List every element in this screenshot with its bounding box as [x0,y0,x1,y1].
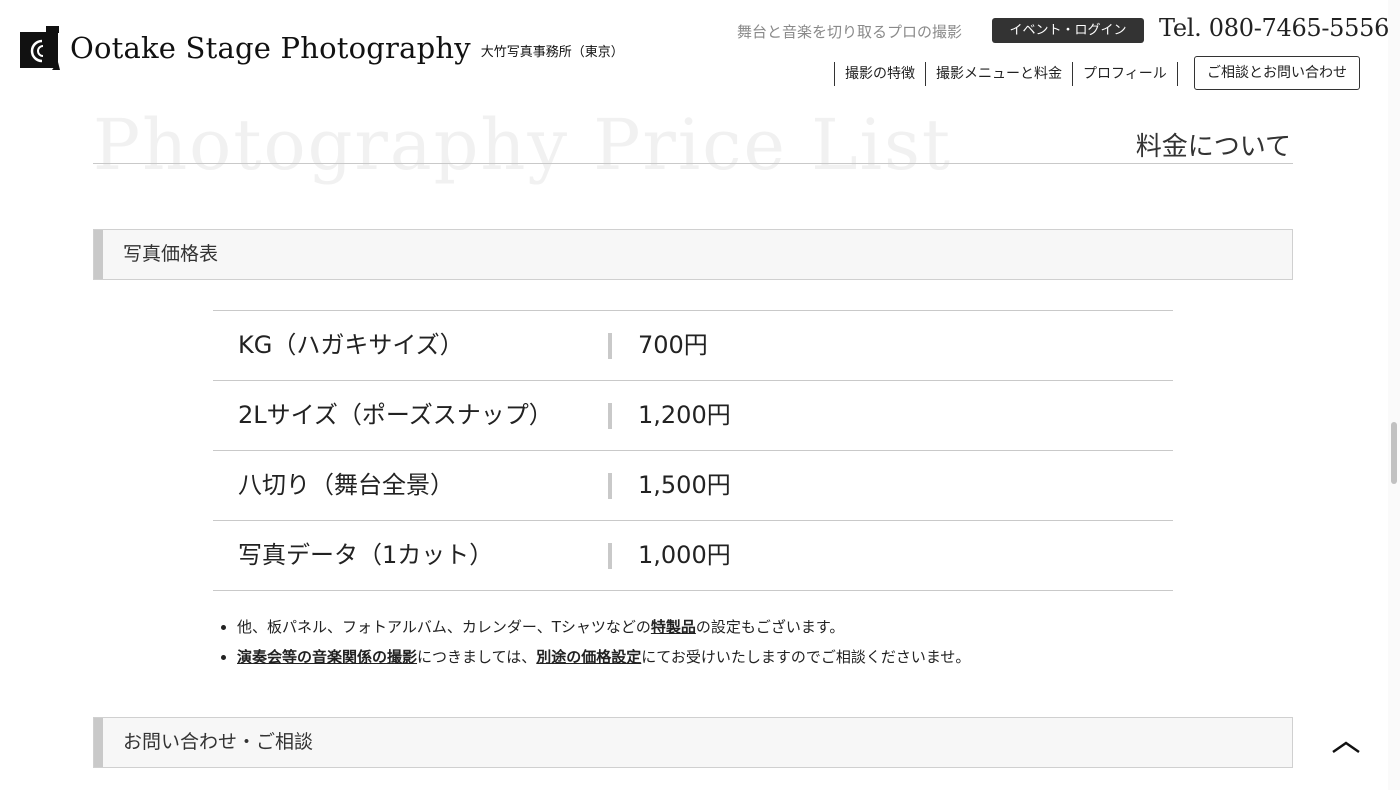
price-item-price: 700円 [638,331,708,359]
contact-button[interactable]: ご相談とお問い合わせ [1194,56,1360,90]
phone-number[interactable]: Tel. 080-7465-5556 [1159,14,1389,42]
event-login-button[interactable]: イベント・ログイン [992,18,1144,43]
price-item-price: 1,000円 [638,541,731,569]
camera-logo-icon [20,26,60,70]
site-tagline: 舞台と音楽を切り取るプロの撮影 [737,23,963,41]
price-item-name: 写真データ（1カット） [238,541,494,569]
cell-divider [608,473,612,499]
note-item: 他、板パネル、フォトアルバム、カレンダー、Tシャツなどの特製品の設定もございます… [237,612,970,642]
price-item-name: KG（ハガキサイズ） [238,331,464,359]
background-title: Photography Price List [93,104,953,186]
special-products-link[interactable]: 特製品 [651,618,696,636]
section-heading-text: お問い合わせ・ご相談 [123,731,314,753]
section-heading-bar [94,230,103,279]
page-scrollbar[interactable] [1388,0,1400,790]
title-divider [93,163,1293,164]
nav-item-menu-price[interactable]: 撮影メニューと料金 [925,62,1072,86]
site-brand-name: Ootake Stage Photography [70,31,471,65]
cell-divider [608,543,612,569]
section-heading-bar [94,718,103,767]
site-brand-subtitle: 大竹写真事務所（東京） [480,44,624,60]
nav-item-profile[interactable]: プロフィール [1072,62,1178,86]
price-item-price: 1,500円 [638,471,731,499]
page-title: 料金について [1135,132,1291,162]
chevron-up-icon[interactable] [1331,738,1361,758]
note-text: の設定もございます。 [695,618,845,636]
section-heading-text: 写真価格表 [123,243,219,265]
price-row: 八切り（舞台全景） 1,500円 [213,451,1173,521]
note-item: 演奏会等の音楽関係の撮影につきましては、別途の価格設定にてお受けいたしますのでご… [237,642,970,672]
price-row: KG（ハガキサイズ） 700円 [213,311,1173,381]
price-table: KG（ハガキサイズ） 700円 2Lサイズ（ポーズスナップ） 1,200円 八切… [213,310,1173,591]
note-text: につきましては、 [417,648,537,666]
price-item-price: 1,200円 [638,401,731,429]
price-row: 写真データ（1カット） 1,000円 [213,521,1173,591]
cell-divider [608,333,612,359]
price-notes: 他、板パネル、フォトアルバム、カレンダー、Tシャツなどの特製品の設定もございます… [213,612,970,672]
scrollbar-thumb[interactable] [1391,422,1397,484]
note-text: 他、板パネル、フォトアルバム、カレンダー、Tシャツなどの [237,618,651,636]
note-text: にてお受けいたしますのでご相談くださいませ。 [641,648,971,666]
nav-item-features[interactable]: 撮影の特徴 [834,62,925,86]
music-photography-link[interactable]: 演奏会等の音楽関係の撮影 [237,648,417,666]
cell-divider [608,403,612,429]
price-row: 2Lサイズ（ポーズスナップ） 1,200円 [213,381,1173,451]
section-heading-contact: お問い合わせ・ご相談 [93,717,1293,768]
section-heading-price: 写真価格表 [93,229,1293,280]
site-logo[interactable]: Ootake Stage Photography 大竹写真事務所（東京） [20,26,624,70]
separate-pricing-link[interactable]: 別途の価格設定 [536,648,641,666]
global-nav: 撮影の特徴 撮影メニューと料金 プロフィール [834,62,1178,86]
price-item-name: 八切り（舞台全景） [238,471,454,499]
price-item-name: 2Lサイズ（ポーズスナップ） [238,401,553,429]
